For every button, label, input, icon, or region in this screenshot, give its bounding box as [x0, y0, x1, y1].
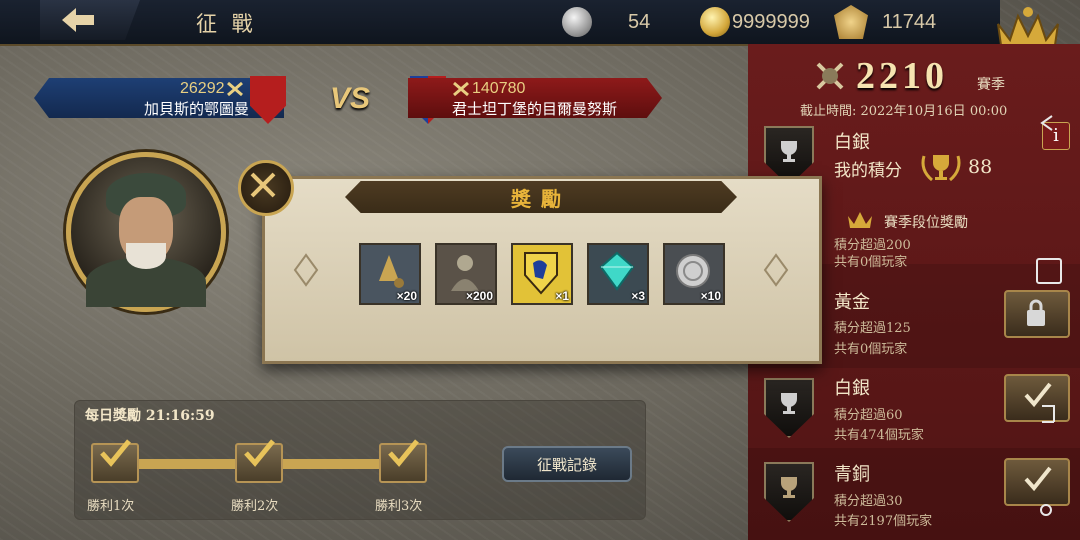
trophy-icon — [781, 141, 797, 162]
milestone-label-3: 勝利3次 — [375, 499, 423, 514]
season-score: 2210 — [856, 55, 948, 97]
silver-resource[interactable]: 54 — [562, 5, 650, 39]
silver-count: 54 — [628, 10, 651, 33]
season-deadline: 截止時間: 2022年10月16日 00:00 — [800, 104, 1008, 119]
tier-0-line2: 共有0個玩家 — [834, 255, 908, 270]
reward-item-silver-coin[interactable]: ×10 — [663, 243, 725, 305]
tier-rewards-label: 賽季段位獎勵 — [884, 215, 968, 231]
tier-3-line2: 共有2197個玩家 — [834, 514, 933, 529]
season-label: 賽季 — [977, 77, 1005, 93]
nav-top-icon[interactable] — [1036, 112, 1058, 134]
reward-qty: ×1 — [555, 289, 569, 303]
my-points-label: 我的積分 — [834, 161, 902, 181]
gold-count: 9999999 — [732, 10, 810, 33]
reward-item-lion-shield[interactable]: ×1 — [511, 243, 573, 305]
reward-qty: ×3 — [631, 289, 645, 303]
tier-3-chest[interactable] — [1004, 458, 1070, 506]
reward-item-bell[interactable]: ×20 — [359, 243, 421, 305]
tier-3-name: 青銅 — [834, 464, 870, 485]
back-arrow-icon — [62, 8, 94, 32]
reward-qty: ×20 — [396, 289, 417, 303]
checkmark-icon — [100, 439, 131, 467]
daily-chest-1[interactable] — [91, 439, 139, 483]
crest-icon — [834, 5, 868, 39]
modal-header: 獎勵 — [345, 181, 737, 213]
daily-rewards-title: 每日獎勵 21:16:59 — [85, 408, 215, 424]
android-back-icon[interactable] — [1036, 402, 1060, 426]
reward-qty: ×10 — [700, 289, 721, 303]
crest-resource[interactable]: 11744 — [834, 5, 936, 39]
home-dot-icon[interactable] — [1040, 504, 1052, 516]
battle-record-button[interactable]: 征戰記錄 — [502, 446, 632, 482]
back-button[interactable] — [40, 0, 140, 40]
crossed-swords-shield-icon — [816, 62, 844, 90]
recent-apps-icon[interactable] — [1036, 258, 1062, 284]
right-team-score: 140780 — [472, 80, 526, 97]
current-tier-name: 白銀 — [834, 132, 870, 153]
padlock-icon — [1027, 299, 1045, 326]
top-bar: 征 戰 54 9999999 11744 — [0, 0, 1000, 46]
daily-chest-3[interactable] — [379, 439, 427, 483]
gem-icon — [599, 251, 635, 291]
crossed-swords-icon — [453, 81, 469, 97]
tier-1-chest[interactable] — [1004, 290, 1070, 338]
checkmark-icon — [1024, 466, 1052, 492]
close-button[interactable] — [238, 160, 294, 216]
gold-coin-icon — [700, 7, 730, 37]
tier-3-line1: 積分超過30 — [834, 494, 903, 509]
trophy-icon — [781, 393, 797, 414]
reward-modal: 獎勵 ×20 ×200 ×1 ×3 ×10 — [262, 176, 822, 364]
my-points: 88 — [968, 156, 993, 178]
daily-chest-2[interactable] — [235, 439, 283, 483]
team-banner-left: 26292 加貝斯的鄂圖曼 — [34, 78, 284, 118]
versus-label: VS — [330, 82, 371, 115]
page-title: 征 戰 — [196, 12, 257, 36]
bell-icon — [379, 255, 404, 288]
crest-count: 11744 — [882, 10, 937, 33]
tier-1-line2: 共有0個玩家 — [834, 342, 908, 357]
tier-2-line2: 共有474個玩家 — [834, 428, 924, 443]
left-team-score: 26292 — [180, 80, 225, 97]
reward-qty: ×200 — [465, 289, 493, 303]
reward-item-soldier[interactable]: ×200 — [435, 243, 497, 305]
modal-title: 獎勵 — [511, 186, 571, 211]
tier-1-line1: 積分超過125 — [834, 321, 911, 336]
right-team-name: 君士坦丁堡的目爾曼努斯 — [452, 100, 618, 118]
tier-1-name: 黃金 — [834, 292, 870, 313]
silver-coin-icon — [676, 254, 710, 288]
laurel-trophy-icon — [921, 155, 961, 182]
team-banner-right: 140780 君士坦丁堡的目爾曼努斯 — [408, 78, 662, 118]
crown-small-icon — [848, 212, 872, 228]
reward-item-gem[interactable]: ×3 — [587, 243, 649, 305]
commander-portrait[interactable] — [66, 152, 226, 312]
close-icon — [250, 172, 276, 198]
gold-resource[interactable]: 9999999 — [700, 5, 810, 39]
checkmark-icon — [388, 439, 419, 467]
ornament-left-icon — [293, 253, 319, 287]
milestone-label-2: 勝利2次 — [231, 499, 279, 514]
left-team-name: 加貝斯的鄂圖曼 — [144, 100, 250, 118]
checkmark-icon — [244, 439, 275, 467]
tier-2-name: 白銀 — [834, 378, 870, 399]
silver-coin-icon — [562, 7, 592, 37]
trophy-icon — [781, 477, 797, 498]
tier-2-line1: 積分超過60 — [834, 408, 903, 423]
crossed-swords-icon — [227, 81, 243, 97]
ornament-right-icon — [763, 253, 789, 287]
soldier-icon — [451, 255, 479, 291]
milestone-label-1: 勝利1次 — [87, 499, 135, 514]
